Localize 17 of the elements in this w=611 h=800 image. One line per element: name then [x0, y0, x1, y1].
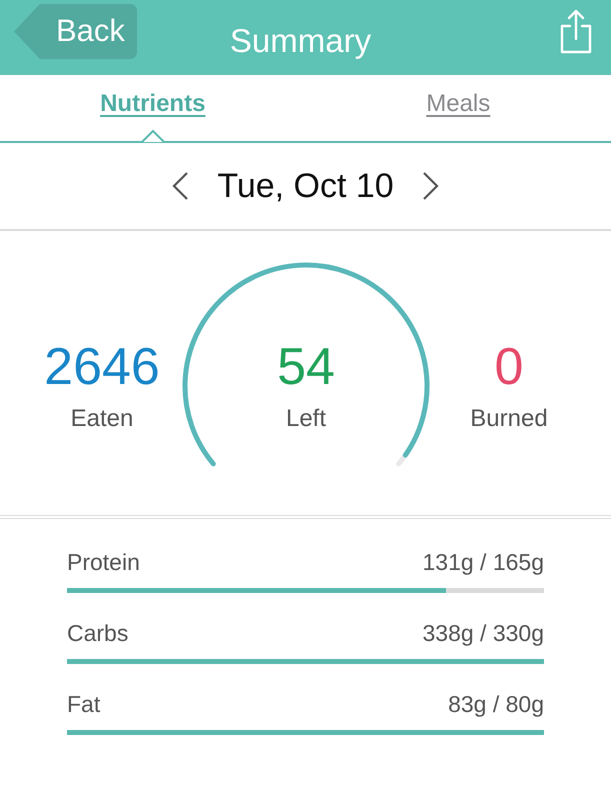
nutrient-amount: 83g / 80g: [448, 690, 544, 719]
tab[interactable]: Meals: [306, 75, 611, 141]
nutrient-name: Fat: [67, 690, 100, 719]
calories-eaten-label: Eaten: [70, 404, 134, 434]
nutrient-name: Carbs: [67, 619, 128, 648]
calories-eaten-value: 2646: [43, 341, 161, 393]
screen-title: Summary: [230, 22, 372, 59]
calories-left-label: Left: [284, 404, 328, 434]
calories-left-value: 54: [276, 341, 336, 393]
back-button[interactable]: Back: [14, 4, 137, 59]
nutrient-amount: 338g / 330g: [422, 619, 544, 648]
calories-burned-value: 0: [494, 341, 524, 393]
tab[interactable]: Nutrients: [0, 75, 306, 141]
date-label: Tue, Oct 10: [217, 166, 394, 206]
nutrient-name: Protein: [67, 548, 140, 577]
nutrient-amount: 131g / 165g: [422, 548, 544, 577]
calories-burned-label: Burned: [469, 404, 549, 434]
